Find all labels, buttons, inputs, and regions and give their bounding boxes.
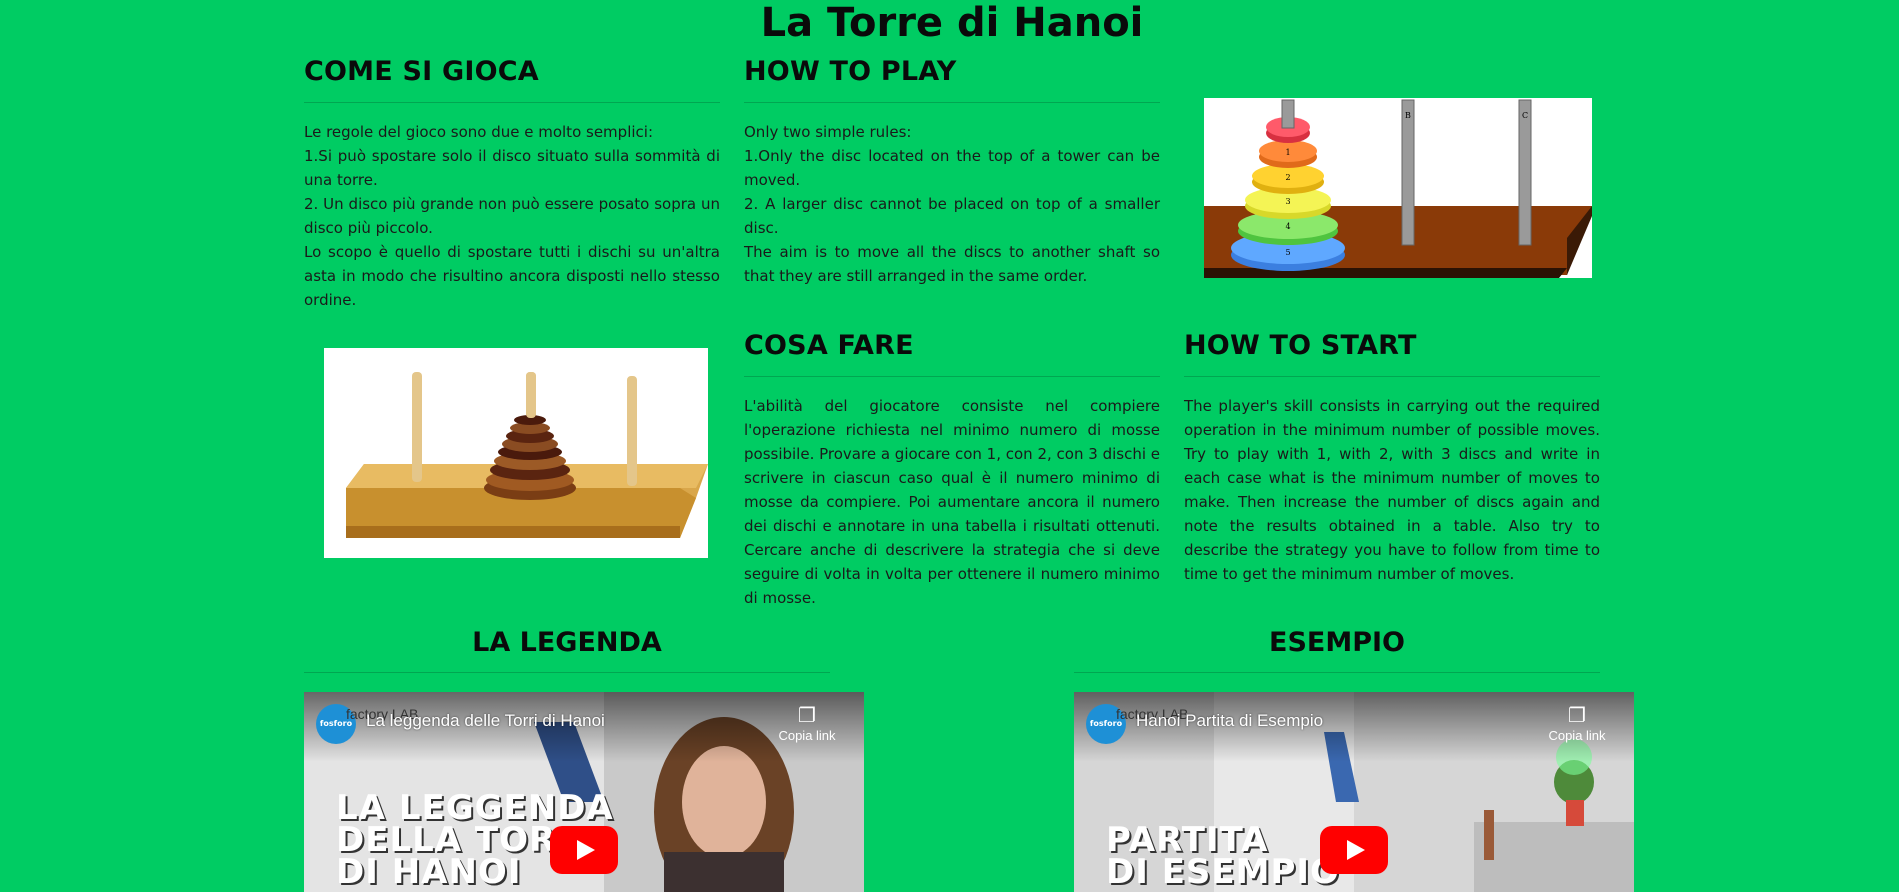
play-button[interactable]: [1320, 826, 1388, 874]
cosa-fare-heading: COSA FARE: [744, 330, 914, 361]
copy-link-label: Copia link: [1548, 728, 1606, 743]
divider: [304, 102, 720, 103]
how-to-start-heading: HOW TO START: [1184, 330, 1417, 361]
legenda-video-embed[interactable]: fosforo factory LAB La leggenda delle To…: [304, 692, 864, 892]
rule-2: 2. Un disco più grande non può essere po…: [304, 195, 720, 237]
rules-intro: Le regole del gioco sono due e molto sem…: [304, 123, 653, 141]
divider: [1184, 376, 1600, 377]
rules-aim: The aim is to move all the discs to anot…: [744, 243, 1160, 285]
section-come-si-gioca: COME SI GIOCA Le regole del gioco sono d…: [304, 55, 720, 312]
hanoi-diagram-image: A B C 1 2 3 4 5: [1204, 98, 1592, 278]
divider: [304, 672, 830, 673]
come-si-gioca-heading: COME SI GIOCA: [304, 56, 539, 87]
thumbnail-line: DI ESEMPIO: [1106, 852, 1340, 892]
esempio-header: ESEMPIO: [1074, 626, 1600, 673]
section-cosa-fare: COSA FARE L'abilità del giocatore consis…: [744, 329, 1160, 610]
copy-icon: ❐: [1568, 705, 1586, 727]
copy-icon: ❐: [798, 705, 816, 727]
copy-link-button[interactable]: ❐ Copia link: [1542, 704, 1612, 743]
wooden-tower-image: [324, 348, 708, 558]
hanoi-diagram-svg: A B C 1 2 3 4 5: [1204, 99, 1592, 278]
disc-number-5: 5: [1285, 248, 1290, 257]
how-to-start-text: The player's skill consists in carrying …: [1184, 397, 1600, 583]
video-title[interactable]: La leggenda delle Torri di Hanoi: [366, 711, 605, 731]
disc-number-2: 2: [1285, 173, 1290, 182]
rules-intro: Only two simple rules:: [744, 123, 912, 141]
rules-aim: Lo scopo è quello di spostare tutti i di…: [304, 243, 720, 309]
esempio-video-embed[interactable]: fosforo factory LAB Hanoi Partita di Ese…: [1074, 692, 1634, 892]
page-title: La Torre di Hanoi: [760, 0, 1144, 46]
divider: [744, 376, 1160, 377]
rule-2: 2. A larger disc cannot be placed on top…: [744, 195, 1160, 237]
legenda-header: LA LEGENDA: [304, 626, 830, 673]
cosa-fare-text: L'abilità del giocatore consiste nel com…: [744, 397, 1160, 607]
rule-1: 1.Si può spostare solo il disco situato …: [304, 147, 720, 189]
disc-number-3: 3: [1285, 197, 1290, 206]
thumbnail-caption: PARTITA DI ESEMPIO: [1106, 823, 1340, 892]
disc-number-4: 4: [1285, 222, 1290, 231]
section-how-to-start: HOW TO START The player's skill consists…: [1184, 329, 1600, 586]
divider: [1074, 672, 1600, 673]
esempio-heading: ESEMPIO: [1269, 627, 1405, 658]
video-title[interactable]: Hanoi Partita di Esempio: [1136, 711, 1323, 731]
wooden-tower-svg: [346, 372, 708, 538]
play-button[interactable]: [550, 826, 618, 874]
legenda-heading: LA LEGENDA: [472, 627, 662, 658]
how-to-play-heading: HOW TO PLAY: [744, 56, 957, 87]
copy-link-label: Copia link: [778, 728, 836, 743]
peg-label-c: C: [1522, 111, 1528, 120]
divider: [744, 102, 1160, 103]
rule-1: 1.Only the disc located on the top of a …: [744, 147, 1160, 189]
section-how-to-play: HOW TO PLAY Only two simple rules: 1.Onl…: [744, 55, 1160, 288]
disc-number-1: 1: [1285, 148, 1290, 157]
peg-label-b: B: [1405, 111, 1411, 120]
copy-link-button[interactable]: ❐ Copia link: [772, 704, 842, 743]
